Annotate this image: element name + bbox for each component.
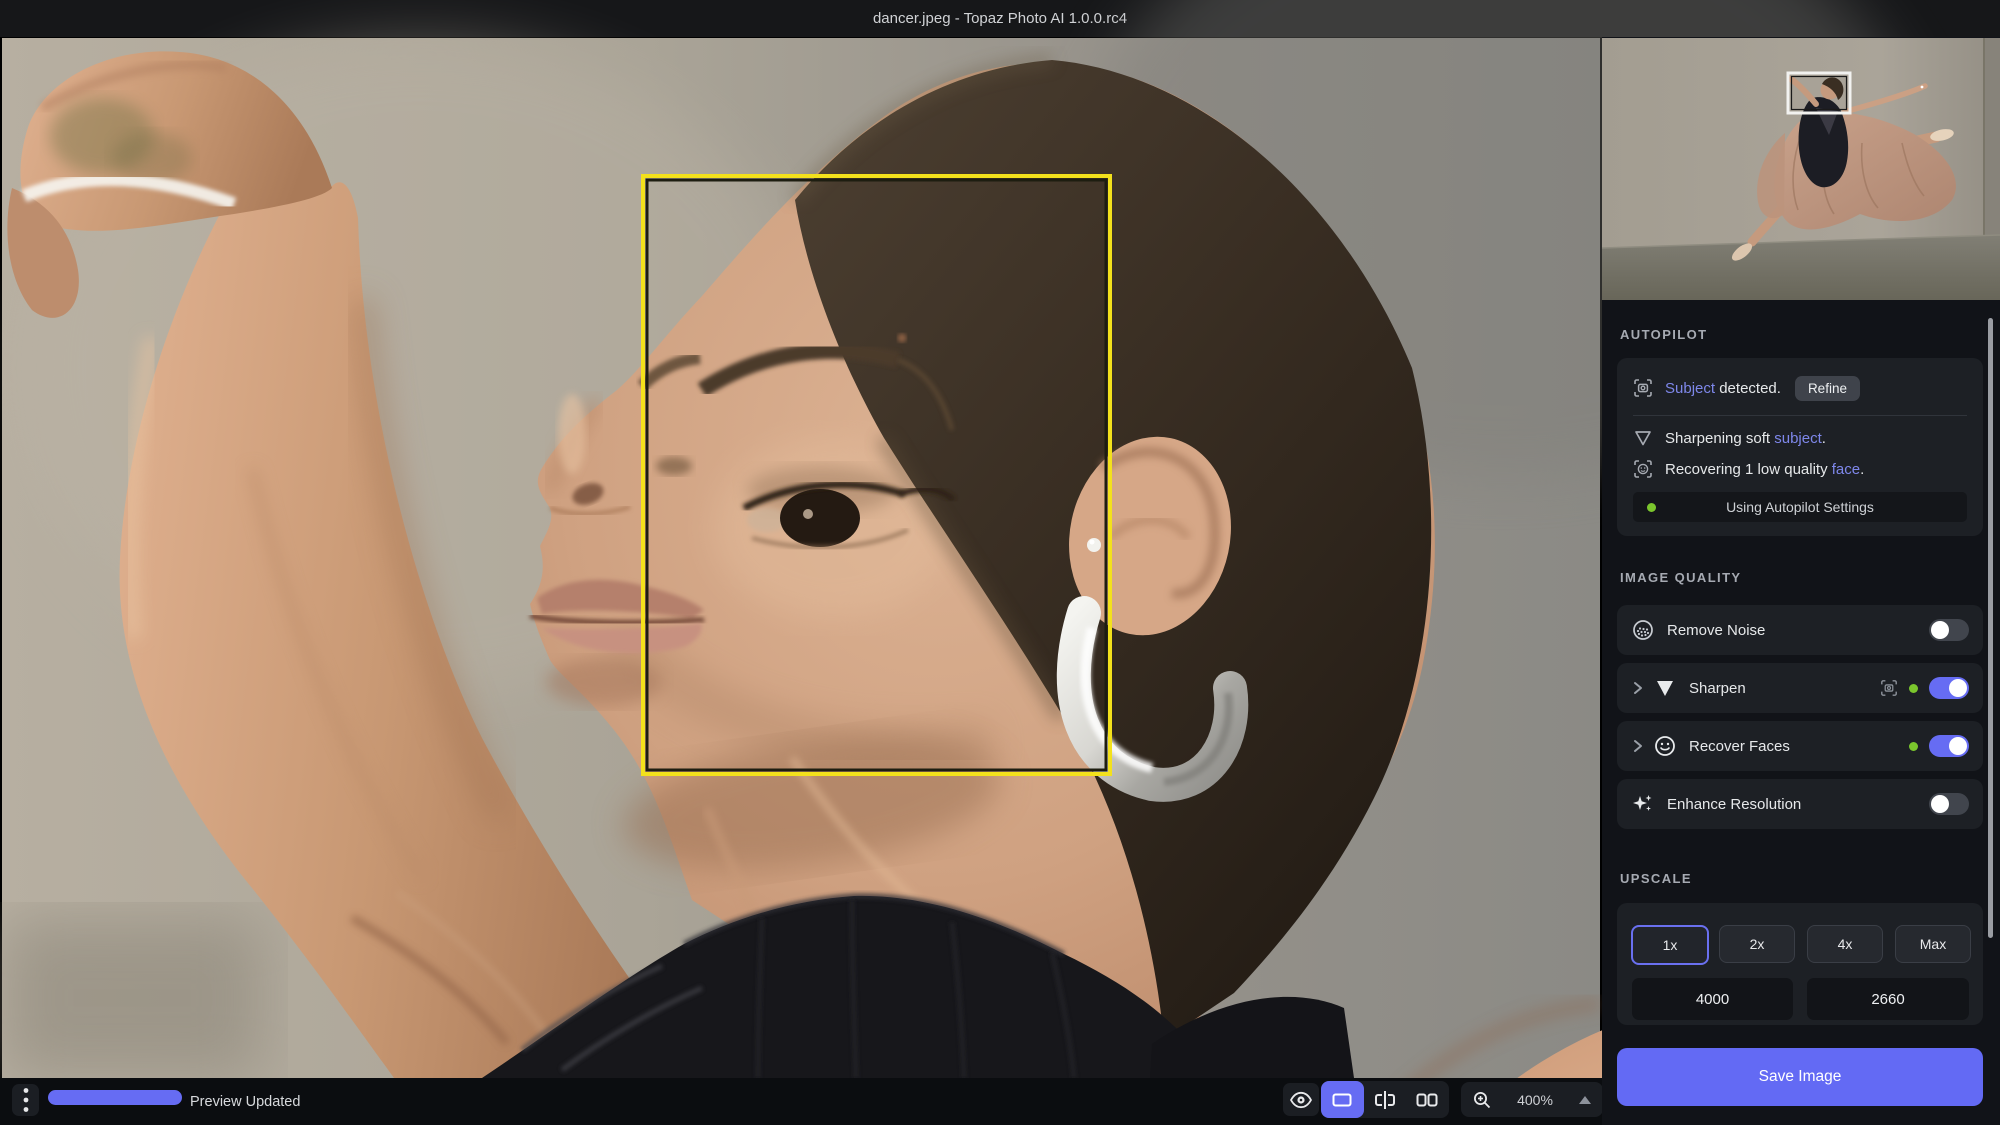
more-options-button[interactable] bbox=[12, 1084, 39, 1116]
remove-noise-toggle[interactable] bbox=[1929, 619, 1969, 641]
dancer-photo-closeup bbox=[2, 38, 1600, 1078]
recovering-row: Recovering 1 low quality face. bbox=[1633, 457, 1967, 481]
sharpen-row[interactable]: Sharpen bbox=[1617, 663, 1983, 713]
zoom-level-value: 400% bbox=[1517, 1092, 1553, 1108]
view-single-button[interactable] bbox=[1321, 1081, 1364, 1118]
view-single-icon bbox=[1332, 1093, 1352, 1107]
progress-bar bbox=[48, 1090, 182, 1105]
sharpening-row: Sharpening soft subject. bbox=[1633, 426, 1967, 450]
smiley-face-icon bbox=[1653, 734, 1677, 758]
window-title: dancer.jpeg - Topaz Photo AI 1.0.0.rc4 bbox=[873, 10, 1127, 27]
remove-noise-icon bbox=[1631, 618, 1655, 642]
green-status-dot bbox=[1909, 742, 1918, 751]
divider bbox=[1633, 415, 1967, 416]
navigator-photo bbox=[1602, 38, 2000, 300]
face-brackets-icon bbox=[1633, 459, 1653, 479]
show-original-button[interactable] bbox=[1283, 1083, 1319, 1116]
autopilot-header: AUTOPILOT bbox=[1620, 327, 1707, 342]
refine-button[interactable]: Refine bbox=[1795, 376, 1860, 401]
sharpening-period: . bbox=[1822, 430, 1826, 447]
sharpen-label: Sharpen bbox=[1689, 680, 1880, 697]
sharpening-subject-link[interactable]: subject bbox=[1774, 430, 1822, 447]
upscale-2x-button[interactable]: 2x bbox=[1719, 925, 1795, 963]
green-status-dot bbox=[1909, 684, 1918, 693]
subject-detect-icon bbox=[1633, 378, 1653, 398]
enhance-resolution-label: Enhance Resolution bbox=[1667, 796, 1929, 813]
recover-faces-label: Recover Faces bbox=[1689, 738, 1909, 755]
recover-faces-row[interactable]: Recover Faces bbox=[1617, 721, 1983, 771]
kebab-menu-icon bbox=[23, 1087, 29, 1113]
recovering-text: Recovering 1 low quality bbox=[1665, 461, 1832, 478]
magnifier-plus-icon bbox=[1473, 1091, 1491, 1109]
status-bar: Preview Updated bbox=[0, 1078, 1602, 1125]
panel-scrollbar[interactable] bbox=[1988, 318, 1993, 938]
recover-faces-toggle[interactable] bbox=[1929, 735, 1969, 757]
green-status-dot bbox=[1647, 503, 1656, 512]
subject-link[interactable]: Subject bbox=[1665, 380, 1715, 397]
autopilot-settings-label: Using Autopilot Settings bbox=[1726, 499, 1874, 515]
image-preview-canvas[interactable] bbox=[2, 38, 1600, 1078]
autopilot-settings-button[interactable]: Using Autopilot Settings bbox=[1633, 492, 1967, 522]
sharpen-triangle-icon bbox=[1633, 428, 1653, 448]
preview-status-text: Preview Updated bbox=[190, 1078, 300, 1125]
remove-noise-label: Remove Noise bbox=[1667, 622, 1929, 639]
upscale-width-input[interactable]: 4000 bbox=[1632, 978, 1793, 1020]
settings-panel: AUTOPILOT Subject detected. Refine Sharp… bbox=[1602, 37, 2000, 1125]
upscale-header: UPSCALE bbox=[1620, 871, 1692, 886]
sharpen-filled-icon bbox=[1653, 676, 1677, 700]
chevron-right-icon bbox=[1631, 737, 1645, 755]
view-side-by-side-icon bbox=[1416, 1093, 1438, 1107]
upscale-4x-button[interactable]: 4x bbox=[1807, 925, 1883, 963]
camera-autopilot-icon bbox=[1880, 679, 1898, 697]
remove-noise-row[interactable]: Remove Noise bbox=[1617, 605, 1983, 655]
autopilot-card: Subject detected. Refine Sharpening soft… bbox=[1617, 358, 1983, 536]
enhance-resolution-row[interactable]: Enhance Resolution bbox=[1617, 779, 1983, 829]
zoom-stepper-up-icon[interactable] bbox=[1579, 1096, 1591, 1104]
view-side-by-side-button[interactable] bbox=[1406, 1081, 1449, 1118]
upscale-max-button[interactable]: Max bbox=[1895, 925, 1971, 963]
view-split-button[interactable] bbox=[1364, 1081, 1407, 1118]
subject-detected-row: Subject detected. Refine bbox=[1633, 376, 1967, 400]
chevron-right-icon bbox=[1631, 679, 1645, 697]
sharpening-text: Sharpening soft bbox=[1665, 430, 1774, 447]
sparkles-icon bbox=[1631, 792, 1655, 816]
upscale-1x-button[interactable]: 1x bbox=[1631, 925, 1709, 965]
enhance-resolution-toggle[interactable] bbox=[1929, 793, 1969, 815]
upscale-height-input[interactable]: 2660 bbox=[1807, 978, 1969, 1020]
recovering-face-link[interactable]: face bbox=[1832, 461, 1860, 478]
image-quality-header: IMAGE QUALITY bbox=[1620, 570, 1741, 585]
upscale-card: 1x 2x 4x Max 4000 2660 bbox=[1617, 903, 1983, 1025]
zoom-control[interactable]: 400% bbox=[1461, 1082, 1603, 1117]
subject-detected-text: detected. bbox=[1715, 380, 1781, 397]
view-split-icon bbox=[1374, 1090, 1396, 1110]
sharpen-toggle[interactable] bbox=[1929, 677, 1969, 699]
save-image-button[interactable]: Save Image bbox=[1617, 1048, 1983, 1106]
recovering-period: . bbox=[1860, 461, 1864, 478]
view-mode-group bbox=[1321, 1081, 1449, 1118]
eye-icon bbox=[1290, 1092, 1312, 1108]
navigator-thumbnail[interactable] bbox=[1602, 38, 2000, 300]
